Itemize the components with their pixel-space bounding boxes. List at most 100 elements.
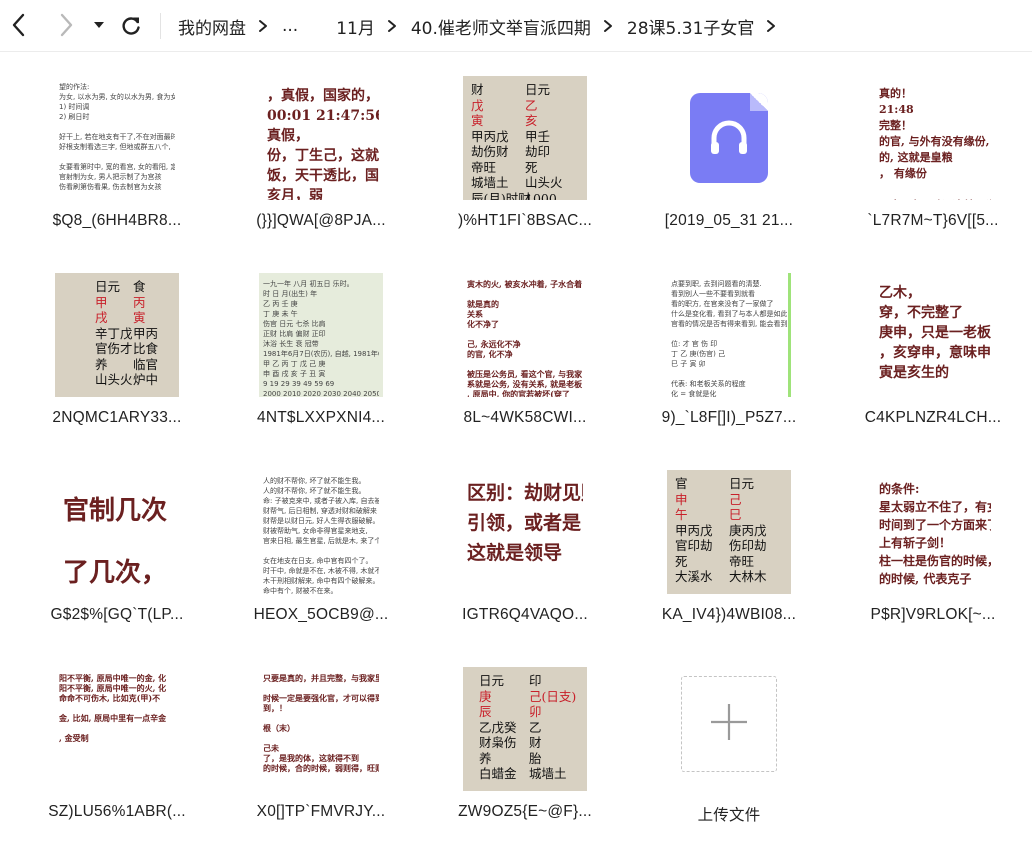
thumbnail-row: 辰卯 <box>479 704 579 720</box>
thumbnail-line: 的, 这就是皇粮 <box>879 151 953 164</box>
thumbnail-line: 财帮气, 后日相制, 穿透对财和破解来 <box>263 507 377 515</box>
thumbnail-text: 阳不平衡, 原局中唯一的金, 化阳不平衡, 原局中唯一的火, 化命命不可伤木, … <box>59 673 175 743</box>
thumbnail-line: 化 = 食就是化 <box>671 390 717 397</box>
breadcrumb-item-course[interactable]: 40.催老师文举盲派四期 <box>411 14 591 39</box>
top-navigation-bar: 我的网盘 ... 11月 40.催老师文举盲派四期 28课5.31子女官 <box>0 0 1032 52</box>
file-name: 8L~4WK58CWI... <box>463 409 587 426</box>
thumbnail-line: 官来日相, 最生官星, 后就是木, 来了个生。 <box>263 537 379 545</box>
thumbnail-line: 命: 子被克来中, 或者子被入库, 自去被以生我。 <box>263 497 379 505</box>
thumbnail-row: 死 帝旺 <box>675 554 783 570</box>
history-dropdown-button[interactable] <box>86 10 112 40</box>
thumbnail-line: 饭，天干透比，国企 <box>267 168 379 184</box>
thumbnail-line: 上有斩子剑！ <box>879 536 952 550</box>
file-item[interactable]: 官日元申己午巳甲丙戊 庚丙戊 官印劫 伤印劫死帝旺 大溪水 大林木 KA_IV4})4WB… <box>627 446 831 643</box>
thumbnail-row: 日元食 <box>95 279 171 295</box>
thumbnail-line: 柱一柱是伤官的时候， <box>879 554 991 568</box>
thumbnail-line: 乙木， <box>879 285 921 301</box>
thumbnail-line: 看到别人一些不要看到就看 <box>671 290 755 298</box>
file-item[interactable]: 真的！ 21:48 完整！ 的官, 与外有没有缘份, 的, 这就是皇粮 ， 有缘份 一定是… <box>831 52 1032 249</box>
upload-file-tile[interactable]: 上传文件 <box>627 643 831 840</box>
thumbnail-line: 星太弱立不住了，有女 <box>879 500 991 514</box>
thumbnail-cell: 午 <box>675 507 688 522</box>
thumbnail-line: 丁 乙 庚(伤官) 己 <box>671 350 726 358</box>
file-item[interactable]: 寅木的火, 被亥水冲着, 子水合着 就是真的 关系 化不净了 己, 永远化不净 的官,… <box>423 249 627 446</box>
thumbnail-cell: 丙 <box>133 294 146 310</box>
thumbnail-line: 好根支制看选三字, 但地或群五八个, <box>59 143 171 151</box>
file-thumbnail: 日元印庚己(日支) 辰卯乙戊癸乙财枭伤财养胎白蜡金 城墙土 <box>463 667 587 791</box>
thumbnail-line: 了几次， <box>63 558 168 588</box>
thumbnail-cell: 官伤才 <box>95 341 133 356</box>
file-item[interactable]: [2019_05_31 21... <box>627 52 831 249</box>
thumbnail-line: 系就是公务, 没有关系, 就是老板 <box>467 379 583 389</box>
thumbnail-row: 官印劫 伤印劫 <box>675 538 783 554</box>
thumbnail-cell: 卯 <box>529 704 542 719</box>
thumbnail-row: 甲丙戊 甲壬 <box>471 129 579 145</box>
file-thumbnail: 只要是真的，并且完整，与我家里 时候一定是要强化官，才可以得到 到，！ 根（末） … <box>259 667 383 791</box>
file-item[interactable]: 只要是真的，并且完整，与我家里 时候一定是要强化官，才可以得到 到，！ 根（末） … <box>219 643 423 840</box>
thumbnail-line: 官射制为女, 男人把示制了为宫孩 <box>59 173 162 181</box>
file-item[interactable]: 日元印庚己(日支) 辰卯乙戊癸乙财枭伤财养胎白蜡金 城墙土 ZW9OZ5{E~@F}… <box>423 643 627 840</box>
thumbnail-line: 的条件: <box>879 482 920 496</box>
file-item[interactable]: 人的财不帮你, 坏了就不能生我。 人的财不帮你, 坏了就不能生我。 命: 子被克来中… <box>219 446 423 643</box>
thumbnail-row: 申己 <box>675 492 783 508</box>
forward-button[interactable] <box>51 10 81 40</box>
file-thumbnail: 真的！ 21:48 完整！ 的官, 与外有没有缘份, 的, 这就是皇粮 ， 有缘份 一定是… <box>871 76 995 200</box>
breadcrumb-item-lesson[interactable]: 28课5.31子女官 <box>627 14 754 39</box>
file-item[interactable]: 阳不平衡, 原局中唯一的金, 化阳不平衡, 原局中唯一的火, 化命命不可伤木, … <box>15 643 219 840</box>
thumbnail-cell: 城墙土 <box>471 175 509 190</box>
file-item[interactable]: 财日元戊乙寅亥甲丙戊 甲壬 劫伤财 劫印 帝旺死城墙土 山头火 辰(月)时财 1000 )%H… <box>423 52 627 249</box>
thumbnail-line: 时 日 月(出生) 年 <box>263 290 318 298</box>
file-item[interactable]: 一九一年 八月 初五日 乐时。 时 日 月(出生) 年 乙 丙 壬 庚 丁 庚 … <box>219 249 423 446</box>
file-item[interactable]: 官制几次 了几次， G$2$%[GQ`T(LP... <box>15 446 219 643</box>
breadcrumb-item-ellipsis[interactable]: ... <box>282 16 298 36</box>
back-button[interactable] <box>4 10 34 40</box>
file-name: 9)_`L8F[]I)_P5Z7... <box>661 409 797 426</box>
file-item[interactable]: 的条件: 星太弱立不住了，有女 时间到了一个方面来了 上有斩子剑！ 柱一柱是伤官的时候，… <box>831 446 1032 643</box>
thumbnail-cell: 大林木 <box>729 569 767 584</box>
refresh-icon <box>120 14 142 36</box>
breadcrumb-item-root[interactable]: 我的网盘 <box>178 14 246 39</box>
thumbnail-cell: 帝旺 <box>471 159 497 175</box>
thumbnail-line: 庚申，只是一老板 <box>879 325 991 341</box>
thumbnail-line: 人的财不帮你, 坏了就不能生我。 <box>263 487 366 495</box>
thumbnail-line: 女要看第时中, 宽的看宫, 女的看阳, 定宽女 <box>59 163 175 171</box>
thumbnail-cell: 养 <box>479 750 492 766</box>
file-item[interactable]: 望的作法: 为女, 以水为男, 女的以水为男, 食为女, 1) 时间调 2) 刷日时 … <box>15 52 219 249</box>
thumbnail-line: 乙 丙 壬 庚 <box>263 300 298 308</box>
thumbnail-line: 1) 时间调 <box>59 103 90 111</box>
thumbnail-line: 份，丁生己，这就是 <box>267 148 379 164</box>
thumbnail-cell: 死 <box>525 159 538 175</box>
file-item[interactable]: 区别：劫财见财引领，或者是这就是领导 IGTR6Q4VAQO... <box>423 446 627 643</box>
file-item[interactable]: 乙木， 穿，不完整了庚申，只是一老板 ，亥穿申，意味申均寅是亥生的 C4KPLNZR… <box>831 249 1032 446</box>
thumbnail-line <box>671 369 787 379</box>
file-item[interactable]: 日元食甲丙戌寅辛丁戊 甲丙 官伤才 比食养临官 山头火 炉中 2NQMC1ARY33... <box>15 249 219 446</box>
thumbnail-line: 官制几次 <box>63 496 168 526</box>
thumbnail-cell: 己 <box>729 491 742 507</box>
file-name: C4KPLNZR4LCH... <box>864 409 1002 426</box>
thumbnail-cell: 寅 <box>471 113 484 128</box>
file-name: IGTR6Q4VAQO... <box>462 606 588 623</box>
thumbnail-line: 这就是领导 <box>467 542 563 564</box>
file-item[interactable]: ，真假，国家的， 00:01 21:47:56 真假， 份，丁生己，这就是饭，天干透比… <box>219 52 423 249</box>
thumbnail-line: 官看的情况是否有得来看到, 能会看到 <box>671 320 787 328</box>
file-thumbnail: 官制几次了几次， <box>55 470 179 594</box>
file-name: SZ)LU56%1ABR(... <box>48 803 186 820</box>
file-item[interactable]: 点要到职, 去到问题看的清楚. 看到别人一些不要看到就看 看的职方, 在官来没有了一… <box>627 249 831 446</box>
thumbnail-line <box>263 713 379 723</box>
refresh-button[interactable] <box>116 10 146 40</box>
thumbnail-cell: 戌 <box>95 310 108 325</box>
upload-dropzone[interactable] <box>681 676 777 772</box>
file-name: P$R]V9RLOK[~... <box>870 606 996 623</box>
thumbnail-row: 财枭伤财 <box>479 735 579 751</box>
file-thumbnail: 乙木， 穿，不完整了庚申，只是一老板 ，亥穿申，意味申均寅是亥生的 <box>871 273 995 397</box>
thumbnail-cell: 伤印劫 <box>729 538 767 553</box>
thumbnail-line: 的官, 化不净 <box>467 349 513 359</box>
thumbnail-row: 甲丙戊 庚丙戊 <box>675 523 783 539</box>
thumbnail-line: 伤看刷第伤看果, 伤去制官为女孩 <box>59 183 162 191</box>
breadcrumb-item-month[interactable]: 11月 <box>336 14 375 39</box>
file-name: HEOX_5OCB9@... <box>253 606 389 623</box>
thumbnail-line <box>467 329 583 339</box>
thumbnail-line: 一定是领导者, 这就是当 <box>879 198 991 200</box>
thumbnail-cell: 财 <box>471 82 484 97</box>
thumbnail-cell: 劫印 <box>525 144 551 159</box>
